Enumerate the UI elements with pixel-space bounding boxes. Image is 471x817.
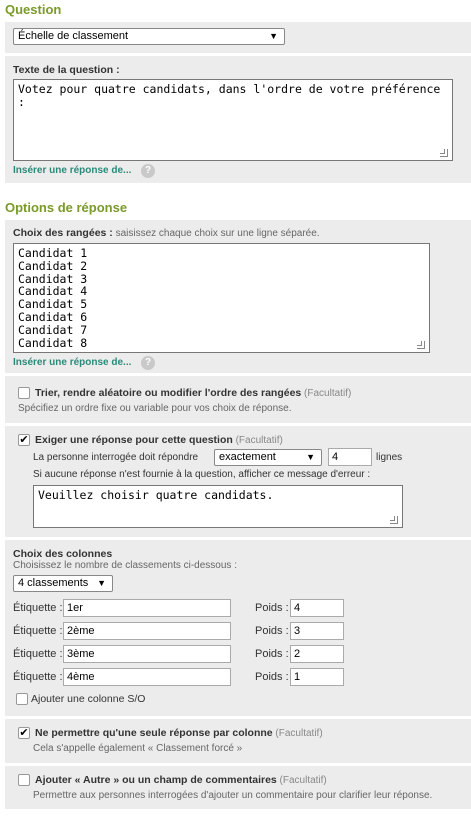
help-icon[interactable]: ? — [141, 356, 155, 370]
help-icon[interactable]: ? — [141, 164, 155, 178]
columns-panel: Choix des colonnes Choisissez le nombre … — [5, 540, 471, 716]
forced-desc: Cela s'appelle également « Classement fo… — [33, 743, 243, 754]
require-panel: ✔ Exiger une réponse pour cette question… — [5, 426, 471, 537]
error-message-textarea[interactable]: Veuillez choisir quatre candidats. — [33, 485, 403, 528]
column-weight-input[interactable]: 3 — [290, 622, 344, 640]
forced-label-line: Ne permettre qu'une seule réponse par co… — [35, 727, 323, 739]
checkmark-icon: ✔ — [19, 727, 29, 739]
forced-label: Ne permettre qu'une seule réponse par co… — [35, 727, 273, 739]
column-label-text: Étiquette : — [13, 648, 63, 660]
column-label-input[interactable]: 4ème — [63, 668, 231, 686]
columns-count-value: 4 classements — [18, 577, 89, 589]
question-type-value: Échelle de classement — [18, 30, 129, 42]
lines-text: lignes — [376, 452, 403, 463]
column-label-text: Étiquette : — [13, 625, 63, 637]
require-checkbox[interactable]: ✔ — [18, 434, 30, 446]
rows-label: Choix des rangées : — [13, 227, 113, 239]
column-weight-text: Poids : — [255, 625, 289, 637]
rows-textarea[interactable]: Candidat 1 Candidat 2 Candidat 3 Candida… — [13, 243, 430, 353]
resize-grip-icon[interactable] — [440, 149, 448, 157]
other-checkbox[interactable] — [18, 774, 30, 786]
question-text-panel: Texte de la question : Votez pour quatre… — [5, 56, 471, 183]
require-label: Exiger une réponse pour cette question — [35, 434, 233, 446]
resize-grip-icon[interactable] — [390, 516, 398, 524]
forced-checkbox[interactable]: ✔ — [18, 727, 30, 739]
rows-label-line: Choix des rangées : saisissez chaque cho… — [13, 227, 320, 239]
column-label-text: Étiquette : — [13, 602, 63, 614]
columns-heading: Choix des colonnes — [13, 548, 113, 560]
forced-optional: (Facultatif) — [275, 728, 323, 739]
rows-panel: Choix des rangées : saisissez chaque cho… — [5, 220, 471, 373]
forced-panel: ✔ Ne permettre qu'une seule réponse par … — [5, 719, 471, 763]
error-hint: Si aucune réponse n'est fournie à la que… — [33, 469, 371, 480]
sort-optional: (Facultatif) — [304, 388, 352, 399]
other-label-line: Ajouter « Autre » ou un champ de comment… — [35, 774, 327, 786]
chevron-down-icon: ▼ — [269, 31, 278, 41]
question-text-label: Texte de la question : — [13, 64, 120, 76]
rows-hint: saisissez chaque choix sur une ligne sép… — [115, 228, 320, 239]
insert-answer-link[interactable]: Insérer une réponse de... — [13, 357, 131, 368]
column-weight-text: Poids : — [255, 671, 289, 683]
other-label: Ajouter « Autre » ou un champ de comment… — [35, 774, 277, 786]
sort-panel: Trier, rendre aléatoire ou modifier l'or… — [5, 376, 471, 423]
other-panel: Ajouter « Autre » ou un champ de comment… — [5, 766, 471, 809]
column-weight-input[interactable]: 4 — [290, 599, 344, 617]
other-desc: Permettre aux personnes interrogées d'aj… — [33, 790, 433, 801]
column-label-input[interactable]: 2ème — [63, 622, 231, 640]
require-count-input[interactable]: 4 — [328, 448, 372, 466]
column-weight-text: Poids : — [255, 648, 289, 660]
resize-grip-icon[interactable] — [417, 341, 425, 349]
column-weight-input[interactable]: 1 — [290, 668, 344, 686]
sort-checkbox[interactable] — [18, 387, 30, 399]
chevron-down-icon: ▼ — [306, 452, 315, 462]
other-optional: (Facultatif) — [279, 775, 327, 786]
column-weight-input[interactable]: 2 — [290, 645, 344, 663]
na-column-checkbox[interactable] — [16, 693, 28, 705]
columns-count-select[interactable]: 4 classements ▼ — [13, 575, 113, 592]
na-column-label: Ajouter une colonne S/O — [31, 693, 146, 705]
sort-desc: Spécifiez un ordre fixe ou variable pour… — [18, 403, 292, 414]
column-label-input[interactable]: 1er — [63, 599, 231, 617]
sort-label: Trier, rendre aléatoire ou modifier l'or… — [35, 387, 302, 399]
sort-label-line: Trier, rendre aléatoire ou modifier l'or… — [35, 387, 351, 399]
require-mode-select[interactable]: exactement ▼ — [214, 449, 322, 466]
question-type-panel: Échelle de classement ▼ — [5, 22, 471, 53]
options-heading: Options de réponse — [5, 200, 128, 215]
column-label-input[interactable]: 3ème — [63, 645, 231, 663]
insert-answer-link[interactable]: Insérer une réponse de... — [13, 165, 131, 176]
columns-hint: Choisissez le nombre de classements ci-d… — [13, 560, 237, 571]
require-label-line: Exiger une réponse pour cette question (… — [35, 434, 283, 446]
require-mode-value: exactement — [219, 451, 276, 463]
question-text-textarea[interactable]: Votez pour quatre candidats, dans l'ordr… — [13, 79, 453, 161]
checkmark-icon: ✔ — [19, 434, 29, 446]
must-answer-text: La personne interrogée doit répondre — [33, 452, 199, 463]
chevron-down-icon: ▼ — [97, 578, 106, 588]
question-type-select[interactable]: Échelle de classement ▼ — [13, 28, 285, 45]
column-label-text: Étiquette : — [13, 671, 63, 683]
require-optional: (Facultatif) — [235, 435, 283, 446]
question-heading: Question — [5, 2, 62, 17]
column-weight-text: Poids : — [255, 602, 289, 614]
